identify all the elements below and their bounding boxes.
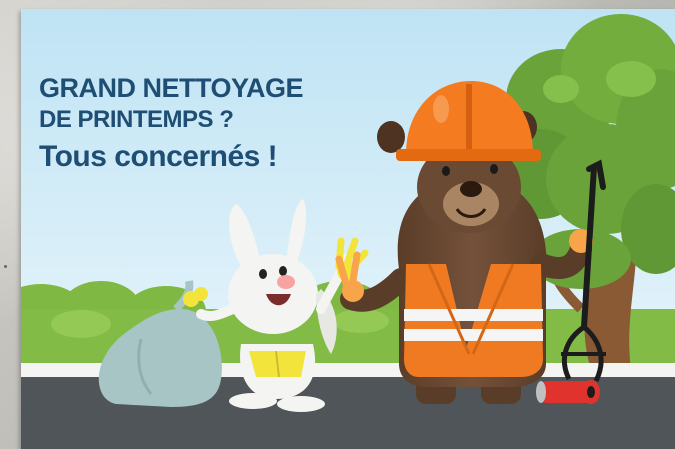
headline-line3: Tous concernés ! xyxy=(39,140,278,173)
poster: GRAND NETTOYAGE DE PRINTEMPS ? Tous conc… xyxy=(21,9,675,449)
headline-line2: DE PRINTEMPS ? xyxy=(39,106,234,133)
headline: GRAND NETTOYAGE DE PRINTEMPS ? Tous conc… xyxy=(39,73,304,173)
speck xyxy=(4,265,7,268)
can-icon xyxy=(536,380,600,404)
headline-line1: GRAND NETTOYAGE xyxy=(39,73,304,103)
